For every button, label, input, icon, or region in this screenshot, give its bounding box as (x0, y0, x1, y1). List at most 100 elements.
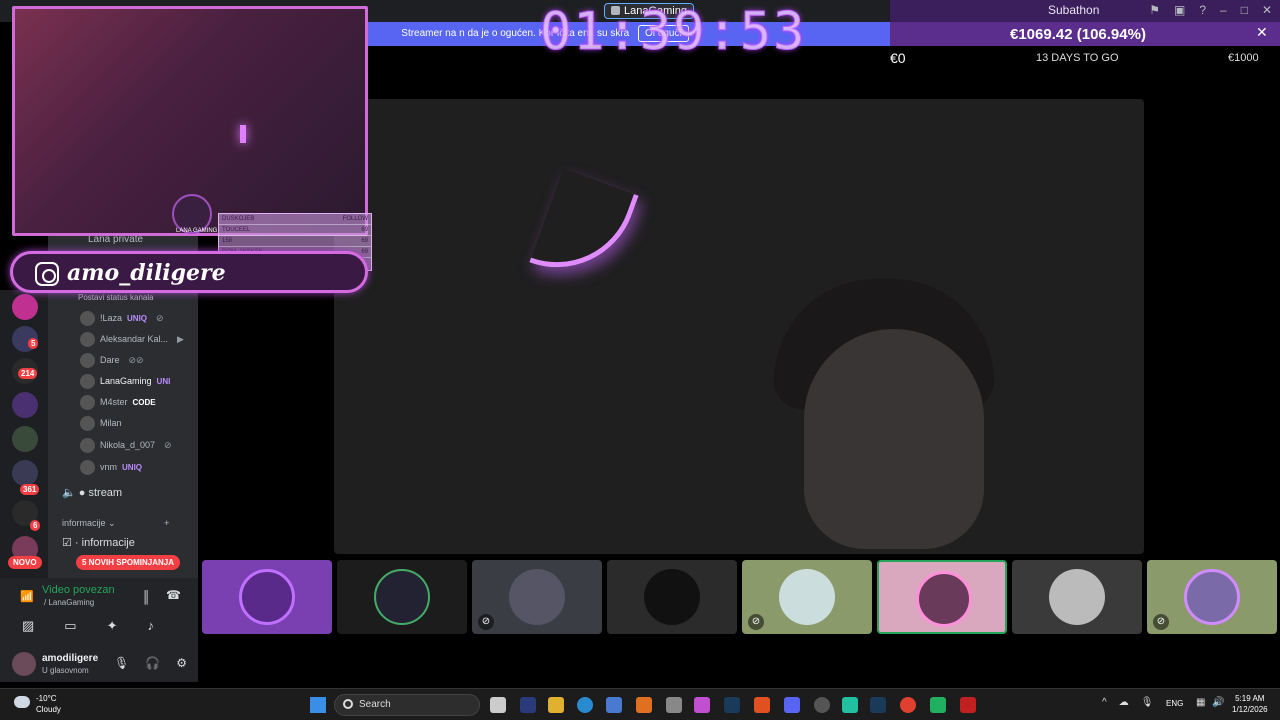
photoshop-icon[interactable] (520, 697, 536, 713)
file-explorer-icon[interactable] (548, 697, 564, 713)
maximize-icon[interactable]: □ (1241, 3, 1248, 17)
server-icon-4[interactable] (12, 392, 38, 418)
clock[interactable]: 5:19 AM 1/12/2026 (1232, 693, 1268, 715)
activities-icon[interactable]: ✦ (107, 618, 118, 634)
app-icon[interactable] (842, 697, 858, 713)
chevron-up-icon[interactable]: ^ (1102, 697, 1107, 708)
brave-icon[interactable] (754, 697, 770, 713)
voice-member[interactable]: vnm UNIQ (80, 458, 142, 476)
voice-member[interactable]: M4ster CODE (80, 393, 156, 411)
avatar (239, 569, 295, 625)
new-badge[interactable]: NOVO (8, 556, 42, 569)
follow-row: TOUCEEL 69 (219, 225, 371, 236)
avatar (80, 373, 95, 389)
avatar (644, 569, 700, 625)
add-channel-icon[interactable]: + (164, 518, 169, 528)
follow-header: DUSKOJEB FOLLOW (219, 214, 371, 225)
voice-status[interactable]: Video povezan (42, 584, 115, 596)
username: amodiligere (42, 653, 99, 664)
category-informacije[interactable]: informacije ⌄ + (62, 518, 169, 529)
noise-icon[interactable]: ║ (142, 590, 151, 604)
voice-member[interactable]: Nikola_d_007 ⊘ (80, 436, 172, 454)
close-icon[interactable]: ✕ (1262, 3, 1272, 17)
muted-icon: ⊘ (1153, 614, 1169, 630)
steam-icon[interactable] (870, 697, 886, 713)
search-bar[interactable]: Search (334, 694, 480, 716)
camera-off-icon[interactable]: ▨ (22, 618, 34, 634)
muted-icon: ⊘ (478, 614, 494, 630)
amd-icon[interactable] (960, 697, 976, 713)
follow-name: 158 (222, 238, 233, 244)
mentions-badge[interactable]: 5 NOVIH SPOMINJANJA (76, 555, 181, 570)
participant-tile[interactable]: ⊘ (472, 560, 602, 634)
channel-stream[interactable]: 🔈 ● stream (62, 486, 122, 499)
settings-icon[interactable]: ⚙ (176, 656, 187, 670)
disconnect-icon[interactable]: ☎ (166, 588, 181, 602)
participant-tile[interactable]: ⊘ (742, 560, 872, 634)
headphones-icon[interactable]: 🎧 (145, 656, 160, 670)
windows-start-icon[interactable] (310, 697, 326, 713)
mic-icon[interactable]: 🎙 (114, 656, 129, 670)
avatar (1184, 569, 1240, 625)
voice-member[interactable]: LanaGaming UNI (80, 372, 170, 390)
server-icon-1[interactable] (12, 294, 38, 320)
flag-icon[interactable]: ⚑ (1149, 3, 1160, 17)
cloud-icon[interactable] (14, 696, 30, 708)
subathon-title: Subathon (1048, 3, 1100, 17)
participant-tile[interactable] (1012, 560, 1142, 634)
soundboard-icon[interactable]: ♪ (148, 618, 155, 634)
rgb-light (240, 125, 246, 143)
steam-icon[interactable] (724, 697, 740, 713)
avatar[interactable] (12, 652, 36, 676)
voice-member[interactable]: !Laza UNIQ ⊘ (80, 309, 164, 327)
follow-label: FOLLOW (342, 216, 368, 222)
camera-icon: ▶ (177, 333, 184, 344)
participant-tile[interactable] (202, 560, 332, 634)
avatar (80, 415, 95, 431)
channel-informacije[interactable]: ☑ · informacije (62, 536, 135, 549)
voice-member[interactable]: Dare ⊘⊘ (80, 351, 144, 369)
cloud-icon[interactable]: ☁ (1119, 697, 1129, 708)
participant-tile[interactable]: ⊘ (1147, 560, 1277, 634)
store-icon[interactable] (606, 697, 622, 713)
subathon-min: €0 (890, 50, 906, 66)
help-icon[interactable]: ? (1199, 3, 1206, 17)
follow-value: 69 (361, 227, 368, 233)
screen-share-icon[interactable]: ▣ (1174, 3, 1185, 17)
server-icon-6[interactable] (12, 460, 38, 486)
minimize-icon[interactable]: – (1220, 3, 1227, 17)
task-view-icon[interactable] (490, 697, 506, 713)
screen-share-icon[interactable]: ▭ (64, 618, 76, 634)
app-icon[interactable] (636, 697, 652, 713)
channel-label: informacije (81, 537, 135, 549)
avatar (1049, 569, 1105, 625)
language-indicator[interactable]: ENG (1166, 699, 1183, 708)
volume-icon[interactable]: 🔊 (1212, 697, 1224, 708)
participant-tile[interactable] (337, 560, 467, 634)
avatar (80, 459, 95, 475)
signal-icon[interactable]: 📶 (20, 590, 34, 603)
app-icon[interactable] (666, 697, 682, 713)
system-tray: ^ ☁ 🎙 (1102, 697, 1153, 708)
participant-tile-speaking[interactable] (877, 560, 1007, 634)
main-video-stream[interactable] (334, 99, 1144, 554)
server-icon-5[interactable] (12, 426, 38, 452)
voice-member[interactable]: Aleksandar Kal... ▶ (80, 330, 184, 348)
avatar (779, 569, 835, 625)
app-icon[interactable] (814, 697, 830, 713)
notice-close-icon[interactable]: ✕ (1256, 24, 1268, 41)
checkbox-icon: ☑ (62, 537, 72, 549)
network-icon[interactable]: ▦ (1196, 697, 1205, 708)
weather-widget[interactable]: -10°C Cloudy (36, 693, 61, 715)
channel-status-prompt[interactable]: Postavi status kanala (78, 293, 154, 302)
participant-tile[interactable] (607, 560, 737, 634)
voice-member[interactable]: Milan (80, 414, 122, 432)
app-icon[interactable] (930, 697, 946, 713)
edge-icon[interactable] (577, 697, 593, 713)
taskbar: -10°C Cloudy Search ^ ☁ 🎙 ENG ▦ 🔊 5:19 AM… (0, 688, 1280, 720)
mic-icon[interactable]: 🎙 (1141, 697, 1154, 708)
app-icon[interactable] (694, 697, 710, 713)
chrome-icon[interactable] (900, 697, 916, 713)
discord-icon[interactable] (784, 697, 800, 713)
follow-header-label: DUSKOJEB (222, 216, 255, 222)
